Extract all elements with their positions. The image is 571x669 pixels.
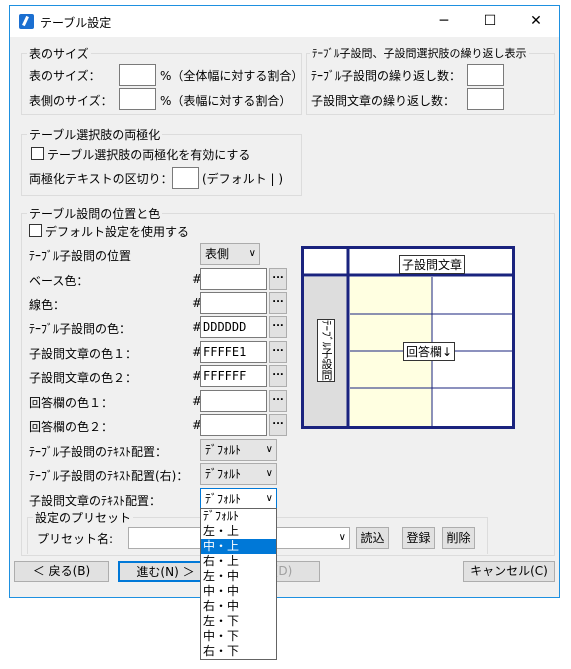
table-size-unit: %（全体幅に対する割合） bbox=[160, 69, 304, 83]
child-color-input[interactable]: DDDDDD bbox=[200, 316, 267, 338]
dropdown-option-selected[interactable]: 中・上 bbox=[201, 539, 276, 554]
preset-load-button[interactable]: 読込 bbox=[356, 527, 389, 549]
preset-group-title: 設定のプリセット bbox=[33, 509, 134, 526]
dropdown-option[interactable]: ﾃﾞﾌｫﾙﾄ bbox=[201, 509, 276, 524]
text-color1-picker-button[interactable]: ... bbox=[269, 341, 287, 363]
separator-label: 両極化テキストの区切り： bbox=[29, 172, 173, 186]
text-align-label: 子設問文章のﾃｷｽﾄ配置： bbox=[29, 494, 162, 508]
preset-name-label: プリセット名: bbox=[37, 532, 114, 546]
chevron-down-icon: ∨ bbox=[265, 493, 273, 504]
side-size-input[interactable] bbox=[119, 88, 156, 110]
preview-grid bbox=[304, 249, 512, 426]
text-color1-input[interactable]: FFFFE1 bbox=[200, 341, 267, 363]
text-color2-picker-button[interactable]: ... bbox=[269, 365, 287, 387]
window-title: テーブル設定 bbox=[40, 16, 112, 30]
preset-delete-button[interactable]: 削除 bbox=[442, 527, 475, 549]
side-size-unit: %（表幅に対する割合） bbox=[160, 94, 292, 108]
line-color-label: 線色： bbox=[29, 298, 66, 312]
child-repeat-input[interactable] bbox=[467, 64, 504, 86]
preview-answer-label: 回答欄↓ bbox=[403, 342, 456, 361]
polarize-checkbox[interactable] bbox=[31, 147, 44, 160]
text-color2-input[interactable]: FFFFFF bbox=[200, 365, 267, 387]
answer-color2-label: 回答欄の色２： bbox=[29, 420, 114, 434]
child-align-right-select[interactable]: ﾃﾞﾌｫﾙﾄ ∨ bbox=[200, 463, 277, 485]
child-align-right-label: ﾃｰﾌﾞﾙ子設問のﾃｷｽﾄ配置(右)： bbox=[29, 469, 189, 483]
separator-default: (デフォルト | ) bbox=[202, 172, 284, 186]
answer-color2-picker-button[interactable]: ... bbox=[269, 414, 287, 436]
title-bar: テーブル設定 ─ ☐ ✕ bbox=[10, 6, 559, 37]
table-preview: 子設問文章 ﾃｰﾌﾞﾙ子設問 回答欄↓ bbox=[301, 246, 515, 429]
chevron-down-icon: ∨ bbox=[265, 468, 273, 479]
child-align-value: ﾃﾞﾌｫﾙﾄ bbox=[205, 443, 242, 457]
answer-color1-label: 回答欄の色１： bbox=[29, 396, 114, 410]
chevron-down-icon: ∨ bbox=[248, 248, 256, 259]
preview-row-header: ﾃｰﾌﾞﾙ子設問 bbox=[317, 319, 335, 382]
text-align-value: ﾃﾞﾌｫﾙﾄ bbox=[205, 492, 242, 506]
child-repeat-label: ﾃｰﾌﾞﾙ子設問の繰り返し数： bbox=[311, 69, 462, 83]
next-button[interactable]: 進む(N) ＞ bbox=[118, 561, 213, 582]
preset-save-button[interactable]: 登録 bbox=[402, 527, 435, 549]
text-align-select[interactable]: ﾃﾞﾌｫﾙﾄ ∨ bbox=[200, 488, 277, 510]
table-size-input[interactable] bbox=[119, 64, 156, 86]
child-position-label: ﾃｰﾌﾞﾙ子設問の位置 bbox=[29, 249, 132, 263]
answer-color2-input[interactable] bbox=[200, 414, 267, 436]
minimize-button[interactable]: ─ bbox=[421, 6, 467, 37]
dropdown-option[interactable]: 右・上 bbox=[201, 554, 276, 569]
child-align-label: ﾃｰﾌﾞﾙ子設問のﾃｷｽﾄ配置： bbox=[29, 445, 168, 459]
table-size-label: 表のサイズ： bbox=[29, 69, 101, 83]
repeat-group-title: ﾃｰﾌﾞﾙ子設問、子設問選択肢の繰り返し表示 bbox=[310, 45, 529, 61]
dropdown-option[interactable]: 右・中 bbox=[201, 599, 276, 614]
dropdown-option[interactable]: 左・中 bbox=[201, 569, 276, 584]
polarize-enable-label: テーブル選択肢の両極化を有効にする bbox=[47, 148, 251, 162]
dropdown-option[interactable]: 中・下 bbox=[201, 629, 276, 644]
child-align-select[interactable]: ﾃﾞﾌｫﾙﾄ ∨ bbox=[200, 439, 277, 461]
line-color-picker-button[interactable]: ... bbox=[269, 292, 287, 314]
table-size-group-title: 表のサイズ bbox=[27, 45, 91, 62]
side-size-label: 表側のサイズ： bbox=[29, 94, 113, 108]
chevron-down-icon: ∨ bbox=[265, 444, 273, 455]
cancel-button[interactable]: キャンセル(C) bbox=[463, 561, 555, 582]
preview-column-header: 子設問文章 bbox=[399, 255, 466, 274]
child-align-right-value: ﾃﾞﾌｫﾙﾄ bbox=[205, 467, 242, 481]
line-color-input[interactable] bbox=[200, 292, 267, 314]
chevron-down-icon: ∨ bbox=[338, 532, 346, 543]
text-repeat-input[interactable] bbox=[467, 88, 504, 110]
child-position-value: 表側 bbox=[205, 247, 230, 261]
app-icon bbox=[19, 14, 34, 29]
separator-input[interactable] bbox=[172, 167, 199, 189]
dropdown-option[interactable]: 右・下 bbox=[201, 644, 276, 659]
child-position-select[interactable]: 表側 ∨ bbox=[200, 243, 260, 265]
answer-color1-picker-button[interactable]: ... bbox=[269, 390, 287, 412]
base-color-input[interactable] bbox=[200, 268, 267, 290]
dropdown-option[interactable]: 中・中 bbox=[201, 584, 276, 599]
text-color1-label: 子設問文章の色１： bbox=[29, 347, 138, 361]
use-default-label: デフォルト設定を使用する bbox=[45, 225, 190, 239]
dropdown-option[interactable]: 左・下 bbox=[201, 614, 276, 629]
child-color-label: ﾃｰﾌﾞﾙ子設問の色： bbox=[29, 322, 132, 336]
back-button[interactable]: ＜ 戻る(B) bbox=[14, 561, 109, 582]
base-color-label: ベース色： bbox=[29, 274, 89, 288]
maximize-button[interactable]: ☐ bbox=[467, 6, 513, 37]
close-button[interactable]: ✕ bbox=[513, 6, 559, 37]
polarize-group-title: テーブル選択肢の両極化 bbox=[27, 126, 163, 143]
use-default-checkbox[interactable] bbox=[29, 224, 42, 237]
text-color2-label: 子設問文章の色２： bbox=[29, 371, 138, 385]
text-align-dropdown: ﾃﾞﾌｫﾙﾄ 左・上 中・上 右・上 左・中 中・中 右・中 左・下 中・下 右… bbox=[200, 508, 277, 660]
child-color-picker-button[interactable]: ... bbox=[269, 316, 287, 338]
position-color-group-title: テーブル設問の位置と色 bbox=[27, 205, 163, 222]
text-repeat-label: 子設問文章の繰り返し数： bbox=[311, 94, 456, 108]
answer-color1-input[interactable] bbox=[200, 390, 267, 412]
base-color-picker-button[interactable]: ... bbox=[269, 268, 287, 290]
dropdown-option[interactable]: 左・上 bbox=[201, 524, 276, 539]
